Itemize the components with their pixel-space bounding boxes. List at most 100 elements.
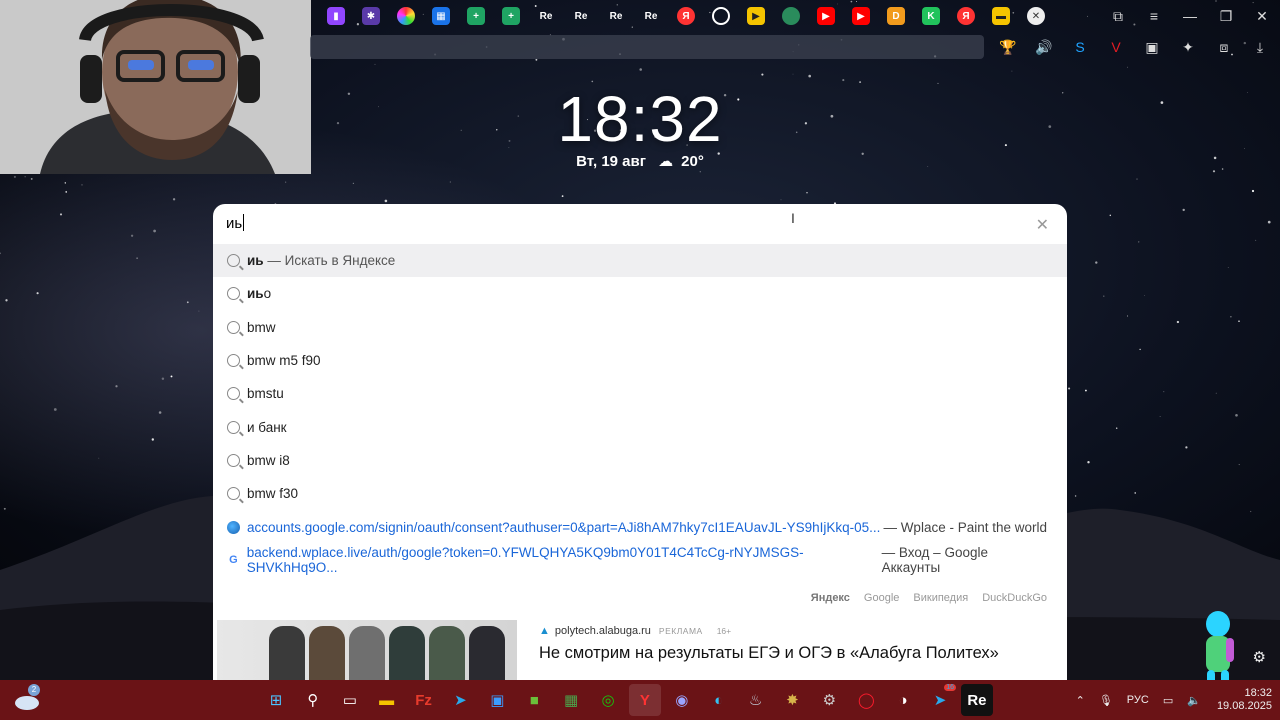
folder-tab-icon[interactable]: ▬	[992, 7, 1010, 25]
engine-yandex[interactable]: Яндекс	[811, 592, 850, 604]
news-card[interactable]: ▲ polytech.alabuga.ru РЕКЛАМА 16+ Не смо…	[213, 616, 1067, 680]
suggestion-text: иьо	[247, 286, 271, 301]
game-icon[interactable]: ✸	[776, 684, 808, 716]
globe-icon	[227, 520, 240, 534]
suggestion-rest: bmw i8	[247, 452, 290, 468]
suggestion-item[interactable]: иь — Искать в Яндексе	[213, 244, 1067, 278]
yandex-tab-icon[interactable]: Я	[677, 7, 695, 25]
speaker-icon[interactable]: 🔊	[1032, 35, 1056, 59]
colorwheel-tab-icon[interactable]	[397, 7, 415, 25]
shazam-icon[interactable]: S	[1068, 35, 1092, 59]
circle-tab-icon[interactable]	[712, 7, 730, 25]
k-tab-icon[interactable]: K	[922, 7, 940, 25]
close-tab-icon[interactable]: ✕	[1027, 7, 1045, 25]
extension-row: 🏆 🔊 S V ▣ ✦ ⧈ ⤓	[984, 35, 1272, 59]
trophy-icon[interactable]: 🏆	[996, 35, 1020, 59]
minimize-icon[interactable]: —	[1172, 0, 1208, 32]
news-title[interactable]: Не смотрим на результаты ЕГЭ и ОГЭ в «Ал…	[539, 644, 999, 663]
sheets-tab-icon[interactable]: +	[467, 7, 485, 25]
telegram-badge-icon[interactable]: ➤ 16	[924, 684, 957, 716]
suggestion-item[interactable]: и банк	[213, 410, 1067, 443]
steam-icon[interactable]: ♨	[740, 684, 772, 716]
settings-icon[interactable]: ⚙	[813, 684, 845, 716]
suggestion-item[interactable]: bmw	[213, 311, 1067, 344]
search-icon[interactable]: ⚲	[297, 684, 329, 716]
window-app-icon[interactable]: ▣	[481, 684, 513, 716]
close-window-icon[interactable]: ✕	[1244, 0, 1280, 32]
clear-search-button[interactable]: ✕	[1036, 215, 1049, 235]
suggestion-text: bmw i8	[247, 453, 290, 468]
extensions-icon[interactable]: ✦	[1176, 35, 1200, 59]
suggestion-url: backend.wplace.live/auth/google?token=0.…	[246, 545, 804, 576]
engine-duckduckgo[interactable]: DuckDuckGo	[982, 592, 1047, 604]
re-tab-icon[interactable]: Re	[537, 7, 555, 25]
puzzle-icon[interactable]: ⧈	[1212, 35, 1236, 59]
yandex-tab-icon[interactable]: Я	[957, 7, 975, 25]
re-app-icon[interactable]: Re	[960, 684, 993, 716]
minecraft-grass-icon[interactable]: ■	[518, 684, 550, 716]
re-tab-icon[interactable]: Re	[607, 7, 625, 25]
telegram-icon[interactable]: ➤	[444, 684, 476, 716]
file-explorer-icon[interactable]: ▬	[371, 684, 403, 716]
search-input[interactable]: иь	[226, 214, 245, 232]
yandex-browser-icon[interactable]: Y	[628, 684, 661, 716]
clock-time: 18:32	[557, 83, 723, 155]
cloud-icon: ☁	[658, 153, 674, 170]
app-tab-icon[interactable]: ✱	[362, 7, 380, 25]
taskbar-time: 18:32	[1244, 687, 1272, 699]
youtube-tab-icon[interactable]: ▶	[817, 7, 835, 25]
incognito-icon[interactable]: ▣	[1140, 35, 1164, 59]
chevron-up-icon[interactable]: ⌃	[1076, 694, 1085, 707]
network-icon[interactable]: ▭	[1163, 694, 1173, 707]
suggestion-item[interactable]: bmstu	[213, 377, 1067, 410]
suggestion-text: и банк	[247, 420, 287, 435]
collections-icon[interactable]: ⧉	[1100, 0, 1136, 32]
search-icon	[227, 354, 240, 368]
text-caret	[243, 214, 245, 231]
task-view-icon[interactable]: ▭	[334, 684, 366, 716]
suggestion-rest: bmstu	[247, 386, 284, 402]
xbox-icon[interactable]: ◎	[592, 684, 624, 716]
calendar-tab-icon[interactable]: ▦	[432, 7, 450, 25]
suggestion-rest: bmw	[247, 319, 276, 335]
microphone-icon[interactable]: 🎙	[1099, 694, 1113, 707]
twitch-tab-icon[interactable]: ▮	[327, 7, 345, 25]
record-icon[interactable]: ◑	[887, 684, 919, 716]
restore-icon[interactable]: ❐	[1208, 0, 1244, 32]
d-tab-icon[interactable]: D	[887, 7, 905, 25]
menu-icon[interactable]: ≡	[1136, 0, 1172, 32]
suggestion-link-row[interactable]: G backend.wplace.live/auth/google?token=…	[213, 544, 1067, 577]
volume-icon[interactable]: 🔈	[1187, 694, 1201, 707]
globe-tab-icon[interactable]	[782, 7, 800, 25]
youtube-tab-icon[interactable]: ▶	[852, 7, 870, 25]
download-icon[interactable]: ⤓	[1248, 35, 1272, 59]
sheets-tab-icon[interactable]: +	[502, 7, 520, 25]
suggestion-item[interactable]: иьо	[213, 277, 1067, 310]
flag-tab-icon[interactable]: ▶	[747, 7, 765, 25]
obs-icon[interactable]: ◉	[666, 684, 698, 716]
start-icon[interactable]: ⊞	[260, 684, 292, 716]
suggestion-item[interactable]: bmw i8	[213, 444, 1067, 477]
engine-wikipedia[interactable]: Википедия	[913, 592, 968, 604]
filezilla-icon[interactable]: Fz	[408, 684, 440, 716]
taskbar-clock[interactable]: 18:32 19.08.2025	[1217, 687, 1272, 713]
temperature-label: 20°	[681, 153, 704, 170]
suggestion-item[interactable]: bmw f30	[213, 477, 1067, 510]
opera-icon[interactable]: ◯	[850, 684, 882, 716]
language-indicator[interactable]: РУС	[1127, 694, 1149, 706]
news-source: polytech.alabuga.ru	[554, 625, 651, 637]
edge-icon[interactable]: ◐	[703, 684, 735, 716]
engine-google[interactable]: Google	[864, 592, 899, 604]
suggestion-match: иь	[247, 253, 264, 269]
re-tab-icon[interactable]: Re	[642, 7, 660, 25]
suggestion-link-row[interactable]: accounts.google.com/signin/oauth/consent…	[213, 510, 1067, 543]
search-input-row[interactable]: иь I ✕	[213, 204, 1067, 244]
re-tab-icon[interactable]: Re	[572, 7, 590, 25]
address-bar[interactable]	[310, 35, 984, 59]
creeper-icon[interactable]: ▦	[555, 684, 587, 716]
tune-icon[interactable]: ⚙	[1253, 648, 1266, 666]
suggestion-item[interactable]: bmw m5 f90	[213, 344, 1067, 377]
system-tray: ⌃ 🎙 РУС ▭ 🔈 18:32 19.08.2025	[1062, 680, 1272, 720]
suggestion-site-title: — Wplace - Paint the world	[883, 519, 1047, 535]
vivaldi-icon[interactable]: V	[1104, 35, 1128, 59]
